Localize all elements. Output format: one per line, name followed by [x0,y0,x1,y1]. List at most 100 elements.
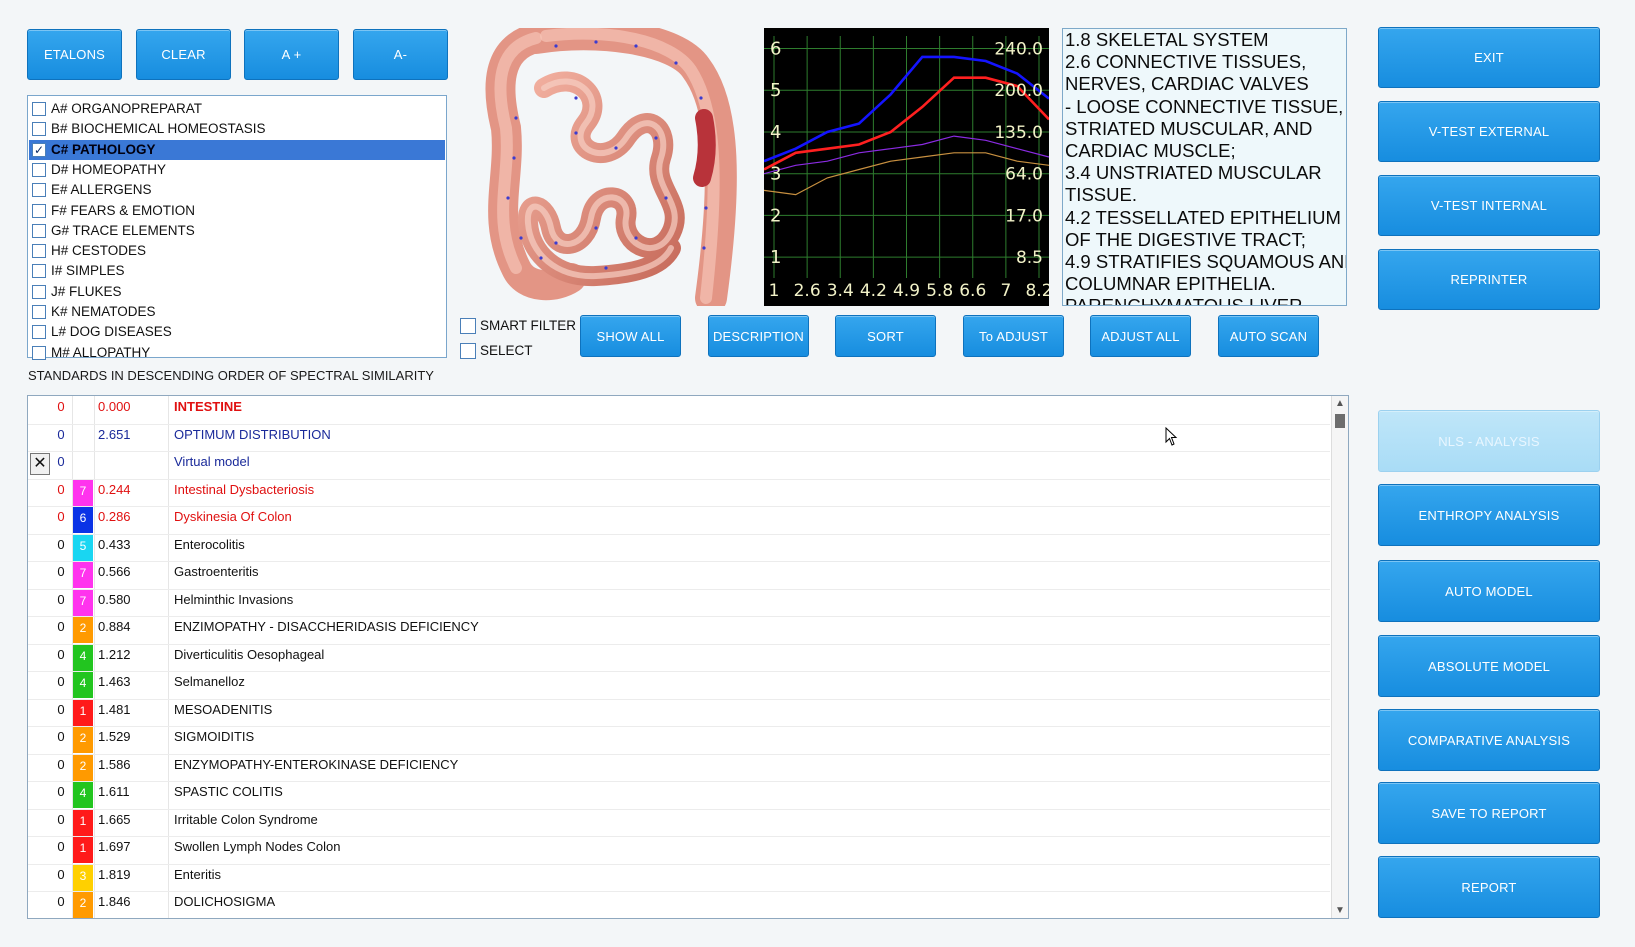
category-item[interactable]: L# DOG DISEASES [29,322,445,342]
table-row[interactable]: 0 0.000 INTESTINE [28,396,1330,425]
table-row[interactable]: 0 2.651 OPTIMUM DISTRIBUTION [28,424,1330,452]
category-item[interactable]: M# ALLOPATHY [29,343,445,363]
organ-image [456,18,756,314]
mouse-cursor-icon [1165,427,1178,446]
table-row[interactable]: 0 7 0.566 Gastroenteritis [28,561,1330,590]
category-label: A# ORGANOPREPARAT [51,101,203,116]
row-value: 0.000 [98,399,131,414]
category-item[interactable]: B# BIOCHEMICAL HOMEOSTASIS [29,119,445,139]
category-checkbox[interactable] [32,264,46,279]
scroll-up-icon[interactable]: ▲ [1332,398,1348,409]
table-row[interactable]: 0 2 0.884 ENZIMOPATHY - DISACCHERIDASIS DEF… [28,616,1330,645]
save-to-report-button[interactable]: SAVE TO REPORT [1378,782,1600,844]
description-line: 1.8 SKELETAL SYSTEM [1065,29,1269,50]
category-item[interactable]: D# HOMEOPATHY [29,160,445,180]
a-minus-button[interactable]: A- [353,29,448,80]
category-checkbox[interactable] [32,284,46,299]
show-all-button[interactable]: SHOW ALL [580,315,681,357]
row-name: DOLICHOSIGMA [174,894,276,909]
table-row[interactable]: 0 2 1.586 ENZYMOPATHY-ENTEROKINASE DEFICIEN… [28,754,1330,782]
row-count: 0 [57,619,65,634]
table-row[interactable]: 0 1 1.665 Irritable Colon Syndrome [28,809,1330,837]
category-checkbox[interactable] [32,183,46,198]
report-button[interactable]: REPORT [1378,856,1600,918]
category-checkbox[interactable] [32,162,46,177]
auto-scan-button[interactable]: AUTO SCAN [1218,315,1319,357]
table-row[interactable]: 0 1 1.697 Swollen Lymph Nodes Colon [28,836,1330,865]
category-item[interactable]: G# TRACE ELEMENTS [29,221,445,241]
to-adjust-button[interactable]: To ADJUST [963,315,1064,357]
description-line: - LOOSE CONNECTIVE TISSUE, [1065,95,1344,117]
etalons-button[interactable]: ETALONS [27,29,122,80]
scroll-thumb[interactable] [1335,414,1345,428]
table-row[interactable]: 0 2 1.846 DOLICHOSIGMA [28,891,1330,918]
clear-button[interactable]: CLEAR [136,29,231,80]
v-test-external-button[interactable]: V-TEST EXTERNAL [1378,101,1600,162]
category-item[interactable]: E# ALLERGENS [29,180,445,200]
row-value: 0.580 [98,591,131,607]
nls-analysis-button[interactable]: NLS - ANALYSIS [1378,410,1600,472]
table-row[interactable]: 0 4 1.463 Selmanelloz [28,671,1330,700]
category-checkbox[interactable] [32,244,46,259]
smart-filter-checkbox[interactable] [460,318,476,334]
left-tick-label: 6 [770,39,781,60]
category-checkbox[interactable]: ✓ [32,142,46,157]
select-checkbox[interactable] [460,343,476,359]
table-row[interactable]: 0 7 0.244 Intestinal Dysbacteriosis [28,479,1330,507]
comparative-analysis-button[interactable]: COMPARATIVE ANALYSIS [1378,709,1600,771]
category-item[interactable]: K# NEMATODES [29,302,445,322]
enthropy-analysis-button[interactable]: ENTHROPY ANALYSIS [1378,484,1600,546]
category-checkbox[interactable] [32,325,46,340]
row-value: 1.819 [98,866,131,882]
a-plus-button[interactable]: A + [244,29,339,80]
results-scrollbar[interactable]: ▲ ▼ [1331,396,1348,918]
v-test-internal-button[interactable]: V-TEST INTERNAL [1378,175,1600,236]
category-checkbox[interactable] [32,122,46,137]
absolute-model-button[interactable]: ABSOLUTE MODEL [1378,635,1600,697]
category-label: C# PATHOLOGY [51,141,156,157]
left-tick-label: 2 [770,205,781,226]
exit-button[interactable]: EXIT [1378,27,1600,88]
results-table[interactable]: ▲ ▼ 0 0.000 INTESTINE 0 2.651 OPTIMUM DISTRIB… [27,395,1349,919]
adjust-all-button[interactable]: ADJUST ALL [1090,315,1191,357]
row-name: Gastroenteritis [174,564,259,579]
table-row[interactable]: ✕ 0 Virtual model [28,451,1330,480]
category-checkbox[interactable] [32,305,46,319]
table-row[interactable]: 0 7 0.580 Helminthic Invasions [28,589,1330,617]
close-icon[interactable]: ✕ [30,453,50,475]
category-item[interactable]: J# FLUKES [29,282,445,302]
category-item[interactable]: F# FEARS & EMOTION [29,201,445,221]
table-row[interactable]: 0 4 1.212 Diverticulitis Oesophageal [28,644,1330,672]
row-count: 0 [57,811,65,827]
table-row[interactable]: 0 2 1.529 SIGMOIDITIS [28,726,1330,755]
category-checkbox[interactable] [32,102,46,116]
table-row[interactable]: 0 4 1.611 SPASTIC COLITIS [28,781,1330,810]
sort-button[interactable]: SORT [835,315,936,357]
category-checkbox[interactable] [32,203,46,218]
category-checkbox[interactable] [32,345,46,360]
table-row[interactable]: 0 5 0.433 Enterocolitis [28,534,1330,562]
auto-model-button[interactable]: AUTO MODEL [1378,560,1600,622]
description-button[interactable]: DESCRIPTION [708,315,809,357]
x-tick-label: 2.6 [794,281,821,301]
category-label: K# NEMATODES [51,304,156,319]
table-row[interactable]: 0 6 0.286 Dyskinesia Of Colon [28,506,1330,535]
row-count: 0 [57,756,65,772]
table-row[interactable]: 0 3 1.819 Enteritis [28,864,1330,892]
row-value: 1.529 [98,729,131,744]
left-tick-label: 1 [770,247,781,268]
category-item[interactable]: I# SIMPLES [29,261,445,281]
level-badge: 2 [73,727,93,753]
description-line: PARENCHYMATOUS LIVER [1065,295,1303,306]
category-checkbox[interactable] [32,223,46,238]
category-list: A# ORGANOPREPARAT B# BIOCHEMICAL HOMEOSTA… [27,95,447,360]
table-row[interactable]: 0 1 1.481 MESOADENITIS [28,699,1330,727]
reprinter-button[interactable]: REPRINTER [1378,249,1600,310]
category-item[interactable]: H# CESTODES [29,241,445,261]
scroll-down-icon[interactable]: ▼ [1332,905,1348,916]
row-count: 0 [57,701,65,717]
level-badge: 5 [73,534,93,561]
category-item[interactable]: A# ORGANOPREPARAT [29,99,445,119]
level-badge: 2 [73,892,93,918]
category-item[interactable]: ✓ C# PATHOLOGY [29,139,445,160]
